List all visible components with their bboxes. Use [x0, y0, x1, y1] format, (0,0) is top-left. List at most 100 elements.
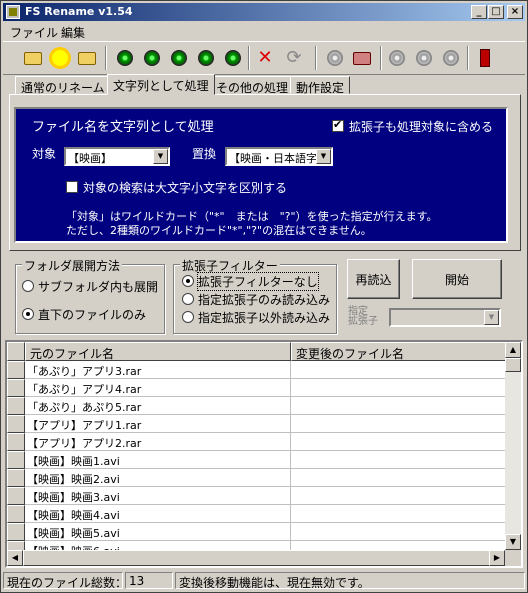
gray-circle-icon[interactable]	[385, 46, 409, 70]
row-indicator[interactable]	[7, 505, 25, 523]
main-window: FS Rename v1.54 _ □ × ファイル 編集 ✕ ⟳ 通常のリネー…	[0, 0, 528, 593]
table-row[interactable]: 【映画】映画5.avi	[7, 523, 507, 541]
original-name-cell[interactable]: 「あぷり」アプリ4.rar	[25, 379, 291, 397]
table-row[interactable]: 【映画】映画2.avi	[7, 469, 507, 487]
close-button[interactable]: ×	[507, 5, 523, 19]
scroll-left-icon[interactable]: ◀	[7, 550, 23, 566]
table-row[interactable]: 【アプリ】アプリ1.rar	[7, 415, 507, 433]
case-sensitive-label: 対象の検索は大文字小文字を区別する	[83, 181, 288, 195]
row-indicator[interactable]	[7, 487, 25, 505]
table-row[interactable]: 「あぷり」アプリ3.rar	[7, 361, 507, 379]
title-bar: FS Rename v1.54 _ □ ×	[3, 3, 525, 21]
green-circle-icon[interactable]	[113, 46, 137, 70]
menu-edit[interactable]: 編集	[61, 24, 85, 41]
folder-open-icon[interactable]	[21, 46, 45, 70]
file-grid[interactable]: 元のファイル名 変更後のファイル名 「あぷり」アプリ3.rar 「あぷり」アプリ4…	[5, 340, 523, 568]
radio-no-filter[interactable]	[182, 275, 194, 287]
folder-icon[interactable]	[75, 46, 99, 70]
gray-circle-icon[interactable]	[439, 46, 463, 70]
refresh-icon[interactable]: ⟳	[282, 46, 306, 70]
extension-combo[interactable]: ▼	[389, 308, 501, 327]
radio-only-specified[interactable]	[182, 293, 194, 305]
table-row[interactable]: 「あぷり」あぷり5.rar	[7, 397, 507, 415]
extension-filter-group: 拡張子フィルター 拡張子フィルターなし 指定拡張子のみ読み込み 指定拡張子以外読…	[173, 257, 337, 334]
exit-icon[interactable]	[473, 46, 497, 70]
delete-x-icon[interactable]: ✕	[253, 46, 277, 70]
renamed-cell[interactable]	[291, 523, 507, 541]
replace-value: 【映画・日本語字	[229, 152, 317, 165]
row-indicator[interactable]	[7, 523, 25, 541]
replace-combo[interactable]: 【映画・日本語字 ▼	[225, 147, 333, 166]
original-name-cell[interactable]: 【映画】映画4.avi	[25, 505, 291, 523]
radio-subfolders[interactable]	[22, 280, 34, 292]
case-sensitive-checkbox[interactable]	[66, 181, 78, 193]
radio-direct-only[interactable]	[22, 308, 34, 320]
renamed-cell[interactable]	[291, 433, 507, 451]
original-name-cell[interactable]: 【アプリ】アプリ2.rar	[25, 433, 291, 451]
table-row[interactable]: 【映画】映画3.avi	[7, 487, 507, 505]
horizontal-scrollbar[interactable]: ◀ ▶	[7, 550, 505, 566]
green-circle-icon[interactable]	[140, 46, 164, 70]
reload-button[interactable]: 再読込	[347, 259, 400, 299]
green-circle-icon[interactable]	[194, 46, 218, 70]
renamed-cell[interactable]	[291, 379, 507, 397]
new-icon[interactable]	[48, 46, 72, 70]
toolbar-separator	[467, 46, 469, 70]
original-name-cell[interactable]: 【アプリ】アプリ1.rar	[25, 415, 291, 433]
target-combo[interactable]: 【映画】 ▼	[64, 147, 170, 166]
scroll-up-icon[interactable]: ▲	[505, 342, 521, 358]
row-indicator[interactable]	[7, 433, 25, 451]
chevron-down-icon[interactable]: ▼	[316, 149, 331, 164]
menu-file[interactable]: ファイル	[10, 24, 58, 41]
green-circle-icon[interactable]	[221, 46, 245, 70]
extension-filter-title: 拡張子フィルター	[180, 257, 280, 274]
gray-circle-icon[interactable]	[323, 46, 347, 70]
renamed-cell[interactable]	[291, 469, 507, 487]
tab-settings[interactable]: 動作設定	[290, 76, 351, 95]
scroll-thumb[interactable]	[505, 358, 521, 372]
vertical-scrollbar[interactable]: ▲ ▼	[505, 342, 521, 550]
green-circle-icon[interactable]	[167, 46, 191, 70]
row-indicator[interactable]	[7, 469, 25, 487]
grid-corner-header	[7, 342, 25, 361]
renamed-cell[interactable]	[291, 397, 507, 415]
renamed-cell[interactable]	[291, 505, 507, 523]
toolbar-separator	[380, 46, 382, 70]
gray-circle-icon[interactable]	[412, 46, 436, 70]
original-name-cell[interactable]: 【映画】映画3.avi	[25, 487, 291, 505]
row-indicator[interactable]	[7, 451, 25, 469]
original-name-cell[interactable]: 【映画】映画1.avi	[25, 451, 291, 469]
maximize-button[interactable]: □	[488, 5, 504, 19]
renamed-cell[interactable]	[291, 451, 507, 469]
original-name-cell[interactable]: 【映画】映画2.avi	[25, 469, 291, 487]
table-row[interactable]: 「あぷり」アプリ4.rar	[7, 379, 507, 397]
tag-icon[interactable]	[350, 46, 374, 70]
tab-other-processing[interactable]: その他の処理	[210, 76, 295, 95]
row-indicator[interactable]	[7, 361, 25, 379]
radio-except-specified[interactable]	[182, 311, 194, 323]
scroll-down-icon[interactable]: ▼	[505, 534, 521, 550]
original-name-cell[interactable]: 【映画】映画5.avi	[25, 523, 291, 541]
table-row[interactable]: 【映画】映画1.avi	[7, 451, 507, 469]
row-indicator[interactable]	[7, 397, 25, 415]
row-indicator[interactable]	[7, 415, 25, 433]
original-name-cell[interactable]: 「あぷり」アプリ3.rar	[25, 361, 291, 379]
tab-normal-rename[interactable]: 通常のリネーム	[15, 76, 111, 95]
start-button[interactable]: 開始	[412, 259, 502, 299]
renamed-cell[interactable]	[291, 361, 507, 379]
chevron-down-icon[interactable]: ▼	[153, 149, 168, 164]
chevron-down-icon[interactable]: ▼	[484, 310, 499, 325]
table-row[interactable]: 【映画】映画4.avi	[7, 505, 507, 523]
table-row[interactable]: 【アプリ】アプリ2.rar	[7, 433, 507, 451]
include-extension-checkbox[interactable]	[332, 118, 344, 132]
row-indicator[interactable]	[7, 379, 25, 397]
grid-header-original[interactable]: 元のファイル名	[25, 342, 291, 361]
original-name-cell[interactable]: 「あぷり」あぷり5.rar	[25, 397, 291, 415]
renamed-cell[interactable]	[291, 415, 507, 433]
minimize-button[interactable]: _	[471, 5, 487, 19]
grid-header-renamed[interactable]: 変更後のファイル名	[291, 342, 507, 361]
tab-string-processing[interactable]: 文字列として処理	[107, 74, 215, 95]
renamed-cell[interactable]	[291, 487, 507, 505]
hscroll-thumb[interactable]	[23, 550, 493, 566]
scroll-right-icon[interactable]: ▶	[489, 550, 505, 566]
